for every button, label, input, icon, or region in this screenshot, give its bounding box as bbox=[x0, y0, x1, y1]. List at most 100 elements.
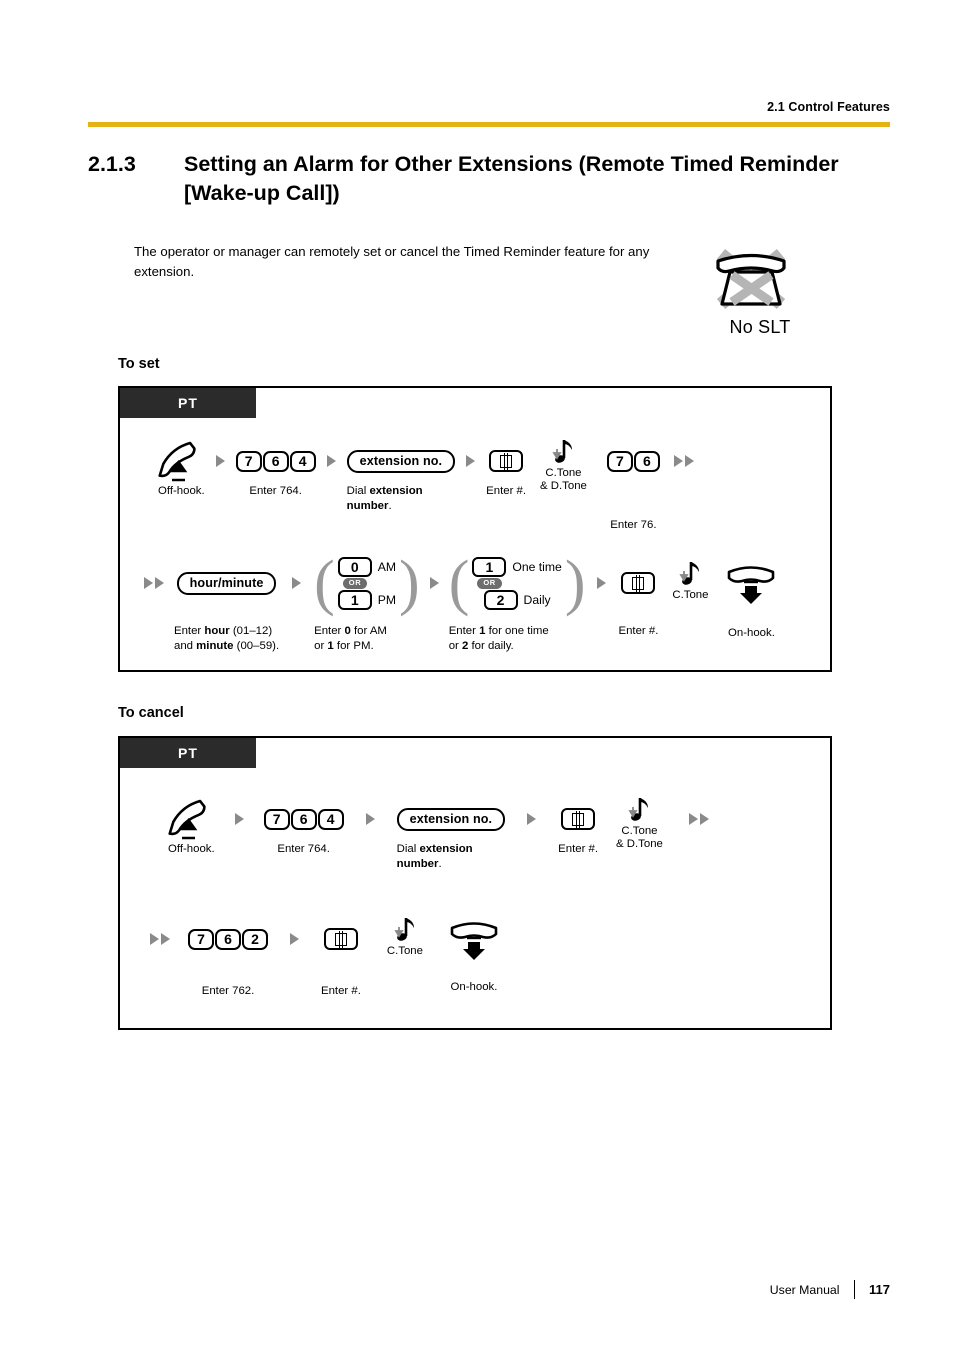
flow-arrow-icon bbox=[466, 455, 476, 467]
key-1[interactable]: 1 bbox=[337, 589, 372, 610]
or-badge: OR bbox=[477, 577, 502, 589]
step-tone-set-2: C.Tone bbox=[672, 560, 708, 602]
flow-arrow-icon bbox=[365, 813, 375, 825]
step-tone-cancel-2: C.Tone bbox=[387, 916, 423, 958]
key-7[interactable]: 7 bbox=[235, 450, 262, 472]
flow-arrow-icon bbox=[688, 813, 698, 825]
step-hour-minute-set: hour/minute Enter hour (01–12) and minute… bbox=[174, 560, 279, 654]
key-0[interactable]: 0 bbox=[337, 556, 372, 577]
phone-type-tag-set: PT bbox=[120, 388, 256, 418]
option-label-pm: PM bbox=[377, 592, 397, 607]
key-extension-no[interactable]: extension no. bbox=[396, 807, 506, 831]
subheading-to-cancel: To cancel bbox=[118, 705, 184, 721]
step-extension-no-cancel: extension no. Dial extension number. bbox=[396, 796, 506, 872]
caption-dial-extension-cancel: Dial extension number. bbox=[396, 843, 473, 870]
or-badge: OR bbox=[342, 577, 368, 589]
key-2[interactable]: 2 bbox=[242, 928, 268, 950]
on-hook-handset-icon bbox=[450, 922, 498, 960]
no-slt-label: No SLT bbox=[729, 317, 791, 337]
flow-arrow-icon bbox=[673, 455, 683, 467]
flow-diagram-to-set: PT Off-hook. 7 6 4 Enter 764. extension … bbox=[118, 386, 832, 672]
option-label-am: AM bbox=[377, 559, 397, 574]
step-tone-cancel-1: C.Tone & D.Tone bbox=[616, 796, 663, 851]
caption-frequency-set: Enter 1 for one time or 2 for daily. bbox=[448, 625, 549, 652]
hash-glyph-icon bbox=[572, 811, 585, 828]
key-6[interactable]: 6 bbox=[215, 928, 241, 950]
flow-row-cancel-1: Off-hook. 7 6 4 Enter 764. extension no. bbox=[120, 796, 878, 872]
key-hour-minute[interactable]: hour/minute bbox=[176, 571, 277, 595]
step-offhook-cancel: Off-hook. bbox=[168, 796, 215, 857]
key-4[interactable]: 4 bbox=[317, 808, 344, 830]
subheading-to-set: To set bbox=[118, 356, 160, 372]
flow-row-set-2: hour/minute Enter hour (01–12) and minute… bbox=[120, 548, 854, 654]
running-head: 2.1 Control Features bbox=[767, 100, 890, 114]
off-hook-handset-icon bbox=[158, 441, 197, 482]
step-hash-cancel-1: Enter #. bbox=[558, 796, 598, 857]
flow-arrow-icon bbox=[161, 933, 170, 945]
caption-onhook-cancel: On-hook. bbox=[450, 981, 498, 993]
key-7[interactable]: 7 bbox=[606, 450, 633, 472]
tone-label-set-2: C.Tone bbox=[672, 589, 709, 601]
flow-row-cancel-2: 7 6 2 Enter 762. Enter #. C.Tone On-hook… bbox=[120, 916, 860, 999]
section-number: 2.1.3 bbox=[88, 152, 136, 176]
key-4[interactable]: 4 bbox=[289, 450, 316, 472]
confirmation-tone-icon bbox=[628, 798, 649, 821]
caption-enter-hash-cancel-2: Enter #. bbox=[321, 985, 361, 997]
key-hash[interactable] bbox=[621, 572, 656, 594]
section-heading: 2.1.3 Setting an Alarm for Other Extensi… bbox=[88, 150, 888, 208]
key-6[interactable]: 6 bbox=[262, 450, 289, 472]
key-hash[interactable] bbox=[489, 450, 524, 472]
caption-hour-minute-set: Enter hour (01–12) and minute (00–59). bbox=[174, 625, 280, 652]
flow-arrow-icon bbox=[215, 455, 225, 467]
section-title: Setting an Alarm for Other Extensions (R… bbox=[184, 152, 839, 205]
key-1[interactable]: 1 bbox=[472, 556, 507, 577]
page-footer: User Manual 117 bbox=[770, 1280, 890, 1299]
flow-arrow-icon bbox=[699, 813, 709, 825]
intro-paragraph: The operator or manager can remotely set… bbox=[134, 244, 650, 279]
confirmation-tone-icon bbox=[679, 562, 700, 585]
caption-enter-76-set: Enter 76. bbox=[610, 519, 657, 531]
caption-enter-762-cancel: Enter 762. bbox=[201, 985, 255, 997]
caption-dial-extension-set: Dial extension number. bbox=[346, 485, 423, 512]
flow-diagram-to-cancel: PT Off-hook. 7 6 4 Enter 764. extension … bbox=[118, 736, 832, 1030]
flow-arrow-icon bbox=[290, 933, 299, 945]
key-6[interactable]: 6 bbox=[633, 450, 660, 472]
option-group-ampm: ( 0 AM OR 1 PM) bbox=[314, 551, 420, 614]
key-sequence-764: 7 6 4 bbox=[235, 450, 316, 472]
hash-glyph-icon bbox=[632, 575, 645, 592]
footer-manual-label: User Manual bbox=[769, 1282, 840, 1297]
caption-offhook-set: Off-hook. bbox=[158, 485, 205, 497]
footer-page-number: 117 bbox=[869, 1282, 890, 1297]
key-extension-no[interactable]: extension no. bbox=[346, 449, 456, 473]
step-hash-set-1: Enter #. bbox=[486, 438, 526, 499]
document-page: 2.1 Control Features 2.1.3 Setting an Al… bbox=[0, 0, 954, 1351]
step-enter-76-set: 7 6 Enter 76. bbox=[606, 438, 660, 533]
step-frequency-set: ( 1 One time OR 2 Daily) Enter 1 for on… bbox=[448, 548, 586, 654]
tone-label-set-1b: & D.Tone bbox=[540, 480, 587, 492]
step-hash-set-2: Enter #. bbox=[618, 560, 658, 639]
flow-arrow-icon bbox=[150, 933, 159, 945]
step-enter-764-cancel: 7 6 4 Enter 764. bbox=[263, 796, 344, 857]
step-offhook-set: Off-hook. bbox=[158, 438, 205, 499]
hash-glyph-icon bbox=[500, 453, 513, 470]
caption-offhook-cancel: Off-hook. bbox=[168, 843, 215, 855]
key-2[interactable]: 2 bbox=[483, 589, 518, 610]
caption-enter-hash-cancel-1: Enter #. bbox=[558, 843, 599, 855]
key-hash[interactable] bbox=[561, 808, 596, 830]
group-paren-right: ) bbox=[564, 548, 586, 617]
caption-enter-764-set: Enter 764. bbox=[249, 485, 302, 497]
flow-arrow-icon bbox=[597, 577, 607, 589]
caption-enter-764-cancel: Enter 764. bbox=[277, 843, 330, 855]
flow-arrow-icon bbox=[429, 577, 439, 589]
flow-arrow-icon bbox=[684, 455, 694, 467]
flow-arrow-icon bbox=[234, 813, 244, 825]
phone-type-tag-cancel: PT bbox=[120, 738, 256, 768]
flow-arrow-icon bbox=[144, 577, 153, 589]
key-6[interactable]: 6 bbox=[290, 808, 317, 830]
key-7[interactable]: 7 bbox=[263, 808, 290, 830]
key-sequence-762: 7 6 2 bbox=[188, 928, 268, 950]
key-7[interactable]: 7 bbox=[188, 928, 214, 950]
key-hash[interactable] bbox=[323, 928, 358, 950]
step-enter-764-set: 7 6 4 Enter 764. bbox=[235, 438, 316, 499]
key-sequence-76: 7 6 bbox=[606, 450, 660, 472]
